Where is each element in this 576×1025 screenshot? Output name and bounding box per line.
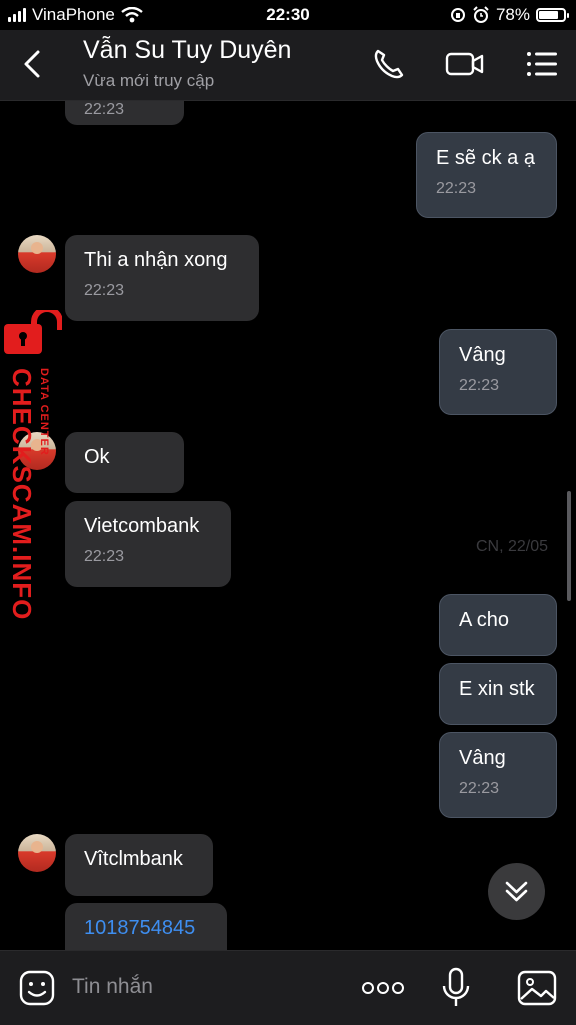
message-in[interactable]: Ok xyxy=(65,432,184,493)
message-in[interactable]: Vîtclmbank xyxy=(65,834,213,896)
avatar[interactable] xyxy=(18,235,56,273)
date-separator: CN, 22/05 xyxy=(475,538,548,555)
message-time: 22:23 xyxy=(84,101,125,118)
padlock-icon xyxy=(4,310,62,354)
chat-header: Vẫn Su Tuy Duyên Vừa mới truy cập xyxy=(0,30,576,101)
phone-icon[interactable] xyxy=(369,44,409,84)
message-text: Ok xyxy=(84,446,110,468)
message-out[interactable]: Vâng 22:23 xyxy=(439,732,557,818)
message-in[interactable]: 22:23 xyxy=(65,101,184,125)
message-text: Thi a nhận xong xyxy=(84,249,228,271)
message-out[interactable]: E xin stk xyxy=(439,663,557,725)
alarm-icon xyxy=(473,6,489,23)
message-text: E xin stk xyxy=(459,678,535,700)
message-text: E sẽ ck a ạ xyxy=(436,147,535,169)
sticker-icon[interactable] xyxy=(18,969,56,1007)
message-out[interactable]: E sẽ ck a ạ 22:23 xyxy=(416,132,557,218)
message-time: 22:23 xyxy=(84,282,125,299)
message-time: 22:23 xyxy=(436,180,477,197)
watermark: CHECKSCAM.INFO DATA CENTER xyxy=(4,310,64,620)
microphone-icon[interactable] xyxy=(440,967,472,1009)
message-in[interactable]: Thi a nhận xong 22:23 xyxy=(65,235,259,321)
message-input[interactable]: Tin nhắn xyxy=(72,975,153,999)
more-options-icon[interactable] xyxy=(360,977,406,999)
message-text: Vietcombank xyxy=(84,515,200,537)
message-time: 22:23 xyxy=(459,377,500,394)
double-chevron-down-icon xyxy=(505,881,528,902)
menu-icon[interactable] xyxy=(522,44,562,84)
message-in[interactable]: Vietcombank 22:23 xyxy=(65,501,231,587)
contact-name[interactable]: Vẫn Su Tuy Duyên xyxy=(83,36,291,65)
battery-percent: 78% xyxy=(495,5,530,24)
message-out[interactable]: A cho xyxy=(439,594,557,656)
battery-icon xyxy=(536,8,569,22)
composer-bar: Tin nhắn xyxy=(0,950,576,1025)
image-icon[interactable] xyxy=(517,969,557,1007)
avatar[interactable] xyxy=(18,834,56,872)
message-in[interactable]: 1018754845 xyxy=(65,903,227,950)
video-call-icon[interactable] xyxy=(444,44,486,84)
contact-status: Vừa mới truy cập xyxy=(83,71,215,90)
message-time: 22:23 xyxy=(459,780,500,797)
scrollbar[interactable] xyxy=(567,491,571,601)
message-out[interactable]: Vâng 22:23 xyxy=(439,329,557,415)
message-text: Vîtclmbank xyxy=(84,848,183,870)
message-list[interactable]: 22:23 E sẽ ck a ạ 22:23 Thi a nhận xong … xyxy=(0,101,576,950)
orientation-lock-icon xyxy=(450,8,465,22)
message-time: 22:23 xyxy=(84,548,125,565)
scroll-to-bottom-button[interactable] xyxy=(488,863,545,920)
back-icon[interactable] xyxy=(18,44,50,84)
status-bar: VinaPhone 22:30 78% xyxy=(0,0,576,30)
message-link[interactable]: 1018754845 xyxy=(84,917,208,940)
message-text: Vâng xyxy=(459,344,506,366)
message-text: A cho xyxy=(459,609,510,631)
message-text: Vâng xyxy=(459,747,506,769)
watermark-subtitle: DATA CENTER xyxy=(38,368,50,456)
watermark-brand: CHECKSCAM.INFO xyxy=(7,368,37,621)
